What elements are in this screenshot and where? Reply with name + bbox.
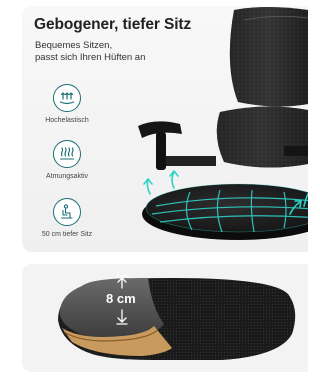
seat-feature-panel: Gebogener, tiefer Sitz Bequemes Sitzen, … [22,6,308,252]
cushion-thickness-label: 8 cm [106,291,136,306]
feature-label: Hochelastisch [45,117,89,124]
cushion-thickness-panel: 8 cm [22,264,308,372]
cushion-cross-section-image [58,275,296,360]
feature-seat-depth: 50 cm tiefer Sitz [22,198,112,238]
elastic-arrows-icon [53,84,81,112]
seated-person-icon [53,198,81,226]
product-feature-page: Gebogener, tiefer Sitz Bequemes Sitzen, … [0,0,308,376]
feature-breathable: Atmungsaktiv [22,140,112,180]
breathable-airflow-icon [53,140,81,168]
feature-label: Atmungsaktiv [45,173,89,180]
office-chair-image [138,7,308,240]
feature-label: 50 cm tiefer Sitz [41,231,93,238]
feature-high-elastic: Hochelastisch [22,84,112,124]
